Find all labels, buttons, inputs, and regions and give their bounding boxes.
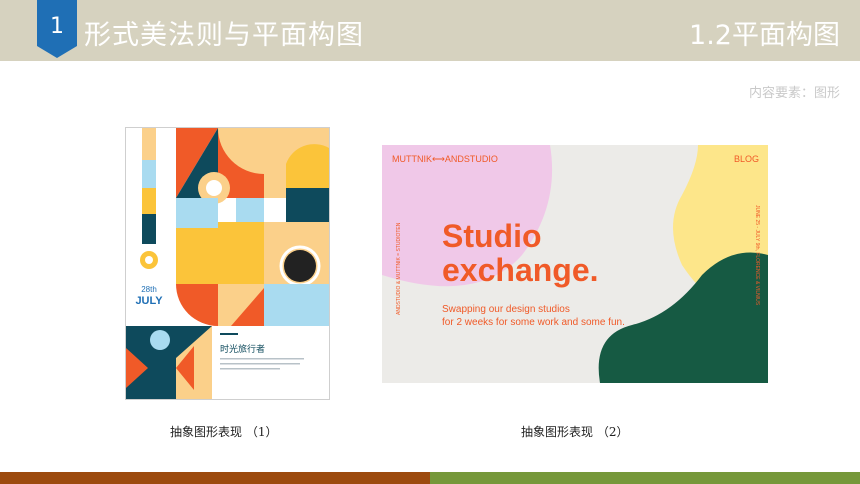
- site-tagline-line1: Swapping our design studios: [442, 304, 570, 315]
- site-side-left: ANDSTUDIO & MUTTNIK = STUDIOTEN: [396, 222, 402, 315]
- site-headline-line2: exchange.: [442, 252, 599, 288]
- chapter-number: 1: [50, 14, 64, 39]
- site-tagline-line2: for 2 weeks for some work and some fun.: [442, 317, 625, 328]
- section-title: 1.2平面构图: [689, 20, 840, 51]
- website-artwork: MUTTNIK⟷ANDSTUDIO BLOG Studio exchange. …: [382, 145, 768, 383]
- caption-right: 抽象图形表现 （2）: [521, 425, 629, 439]
- chapter-title: 形式美法则与平面构图: [84, 20, 364, 51]
- site-headline-line1: Studio: [442, 218, 542, 254]
- site-brand: MUTTNIK⟷ANDSTUDIO: [392, 154, 498, 164]
- content-subtitle: 内容要素：图形: [748, 86, 840, 101]
- caption-left: 抽象图形表现 （1）: [170, 425, 278, 439]
- footer-bar-green: [430, 472, 860, 484]
- footer-bar-brown: [0, 472, 430, 484]
- poster-date-day: 28th: [141, 285, 157, 294]
- poster-date-month: JULY: [135, 295, 163, 307]
- poster-title: 时光旅行者: [220, 343, 265, 355]
- poster-image: 28th JULY 时光旅行者: [125, 127, 330, 400]
- website-image: MUTTNIK⟷ANDSTUDIO BLOG Studio exchange. …: [382, 145, 768, 383]
- poster-artwork: 28th JULY 时光旅行者: [126, 128, 329, 399]
- site-side-right: JUNE 25 - JULY 9th, FLORENCE & VILNIUS: [754, 205, 760, 306]
- site-nav-blog[interactable]: BLOG: [734, 154, 759, 164]
